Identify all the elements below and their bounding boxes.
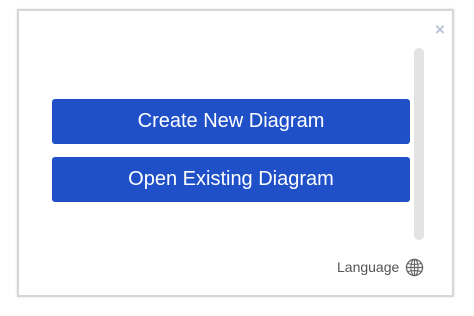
create-new-diagram-button[interactable]: Create New Diagram xyxy=(52,99,410,144)
scrollbar[interactable] xyxy=(414,48,424,240)
language-label: Language xyxy=(337,259,400,275)
language-selector[interactable]: Language xyxy=(337,257,424,277)
close-icon[interactable]: × xyxy=(432,21,448,38)
open-existing-diagram-button[interactable]: Open Existing Diagram xyxy=(52,157,410,202)
globe-icon[interactable] xyxy=(405,258,424,277)
start-dialog: × Create New Diagram Open Existing Diagr… xyxy=(17,9,454,297)
